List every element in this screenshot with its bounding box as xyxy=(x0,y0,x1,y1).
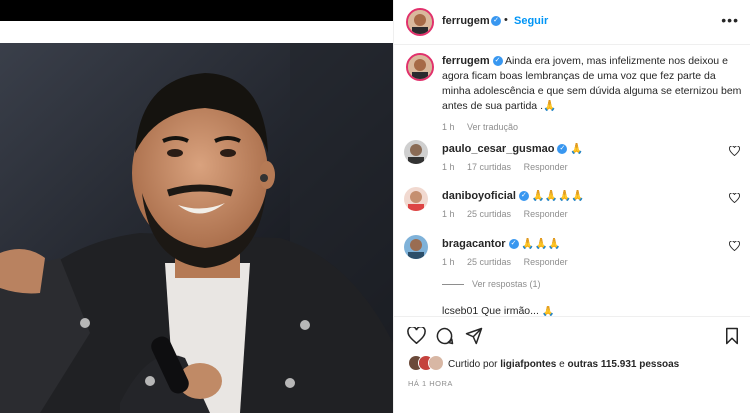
post-actions: Curtido por ligiafpontes e outras 115.93… xyxy=(394,316,750,414)
post-header: ferrugem ✓ • Seguir ••• xyxy=(394,0,750,45)
heart-icon[interactable] xyxy=(729,193,740,203)
comment-text: 🙏 xyxy=(570,143,584,155)
comment-text-row: daniboyoficial ✓ 🙏🙏🙏🙏 xyxy=(442,189,584,202)
comment-meta: 1 h 25 curtidas Responder xyxy=(442,257,578,267)
likes-summary: Curtido por ligiafpontes e outras 115.93… xyxy=(448,359,679,370)
more-icon[interactable]: ••• xyxy=(721,12,739,28)
replies-divider xyxy=(442,284,464,286)
verified-icon: ✓ xyxy=(557,144,568,155)
comment-text-row: bragacantor ✓ 🙏🙏🙏 xyxy=(442,237,561,250)
author-username[interactable]: ferrugem xyxy=(442,15,490,27)
comment-text-row: paulo_cesar_gusmao ✓ 🙏 xyxy=(442,142,583,155)
comment-likes[interactable]: 25 curtidas xyxy=(467,257,511,267)
heart-icon[interactable] xyxy=(729,146,740,156)
comment-likes[interactable]: 17 curtidas xyxy=(467,162,511,172)
comment-text: 🙏🙏🙏 xyxy=(521,238,561,250)
reply-button[interactable]: Responder xyxy=(524,209,568,219)
caption-author-avatar[interactable] xyxy=(406,53,434,81)
comment-time: 1 h xyxy=(442,257,455,267)
post-media-area xyxy=(0,21,393,413)
verified-icon: ✓ xyxy=(491,16,501,26)
commenter-username[interactable]: bragacantor xyxy=(442,238,506,250)
partial-comment-text: lcseb01 Que irmão... 🙏 xyxy=(442,306,555,316)
commenter-avatar[interactable] xyxy=(404,235,428,259)
commenter-username[interactable]: daniboyoficial xyxy=(442,190,516,202)
translate-link[interactable]: Ver tradução xyxy=(467,122,518,132)
reply-button[interactable]: Responder xyxy=(524,162,568,172)
partial-comment: lcseb01 Que irmão... 🙏 xyxy=(442,306,555,316)
comment-icon[interactable] xyxy=(436,327,454,345)
comment-likes[interactable]: 25 curtidas xyxy=(467,209,511,219)
post-photo[interactable] xyxy=(0,43,393,413)
follow-button[interactable]: Seguir xyxy=(514,15,548,27)
comment-meta: 1 h 17 curtidas Responder xyxy=(442,162,578,172)
author-avatar[interactable] xyxy=(406,8,434,36)
verified-icon: ✓ xyxy=(508,239,519,250)
comment-time: 1 h xyxy=(442,162,455,172)
post-time: HÁ 1 HORA xyxy=(408,379,453,388)
singer-photo xyxy=(0,43,393,413)
likes-prefix: Curtido por xyxy=(448,359,498,370)
likes-others[interactable]: outras 115.931 pessoas xyxy=(568,359,680,370)
commenter-avatar[interactable] xyxy=(404,187,428,211)
view-replies-button[interactable]: Ver respostas (1) xyxy=(442,279,541,289)
comment-text: 🙏🙏🙏🙏 xyxy=(531,190,585,202)
view-replies-label: Ver respostas (1) xyxy=(472,279,541,289)
commenter-username[interactable]: paulo_cesar_gusmao xyxy=(442,143,555,155)
verified-icon: ✓ xyxy=(518,191,529,202)
separator-dot: • xyxy=(504,14,508,26)
liker-avatar[interactable] xyxy=(428,355,444,371)
caption-time: 1 h xyxy=(442,122,455,132)
liker-username[interactable]: ligiafpontes xyxy=(500,359,556,370)
share-icon[interactable] xyxy=(465,327,483,345)
likes-middle: e xyxy=(559,359,565,370)
bookmark-icon[interactable] xyxy=(725,327,739,345)
comment-time: 1 h xyxy=(442,209,455,219)
post-caption: ferrugem ✓ Ainda era jovem, mas infelizm… xyxy=(442,54,742,135)
caption-username[interactable]: ferrugem xyxy=(442,55,490,67)
comment-meta: 1 h 25 curtidas Responder xyxy=(442,209,578,219)
verified-icon: ✓ xyxy=(492,56,503,67)
heart-icon[interactable] xyxy=(729,241,740,251)
commenter-avatar[interactable] xyxy=(404,140,428,164)
top-black-bar xyxy=(0,0,393,21)
heart-icon[interactable] xyxy=(407,327,426,344)
reply-button[interactable]: Responder xyxy=(524,257,568,267)
post-side-panel: ferrugem ✓ • Seguir ••• ferrugem ✓ Ainda… xyxy=(393,0,750,413)
